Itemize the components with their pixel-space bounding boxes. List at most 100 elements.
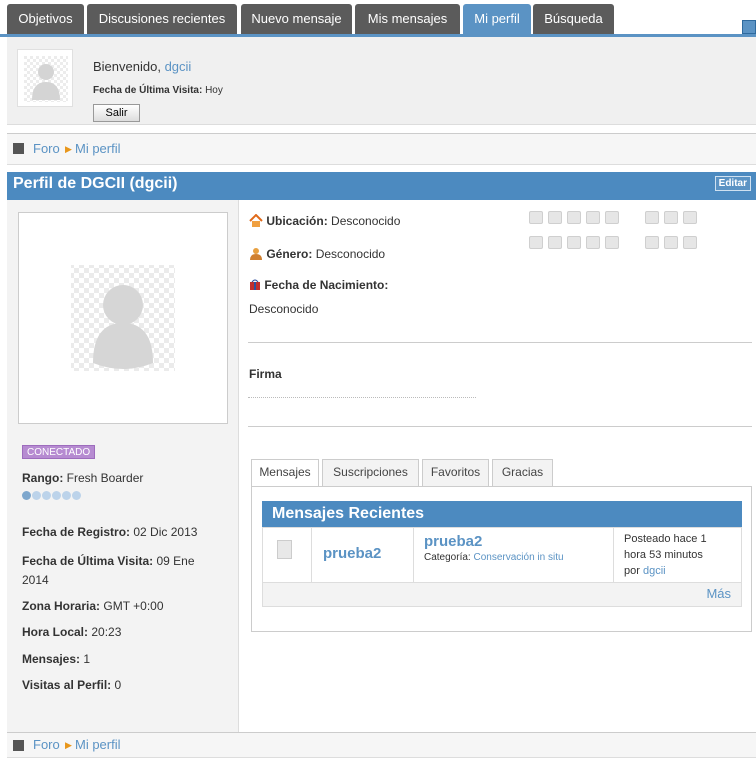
- profile-header: Perfil de DGCII (dgcii) Editar: [7, 172, 756, 200]
- collapse-icon[interactable]: [742, 20, 756, 34]
- facebook-icon[interactable]: [548, 211, 562, 224]
- aim-icon[interactable]: [548, 236, 562, 249]
- delicious-icon[interactable]: [645, 211, 659, 224]
- home-icon: [13, 143, 24, 154]
- breadcrumb-foro-link[interactable]: Foro: [33, 733, 60, 757]
- birthdate-row: Fecha de Nacimiento:: [249, 278, 388, 292]
- rank-value: Fresh Boarder: [66, 471, 144, 485]
- recent-messages-panel: Mensajes Recientes prueba2 prueba2 Categ…: [251, 486, 752, 632]
- username-link[interactable]: dgcii: [165, 59, 192, 74]
- tab-favoritos[interactable]: Favoritos: [422, 459, 489, 486]
- last-visit-value: 09 Ene: [156, 554, 195, 568]
- rank-label: Rango:: [22, 471, 64, 485]
- edit-button[interactable]: Editar: [714, 176, 751, 191]
- gift-icon: [250, 279, 260, 290]
- rank-dot: [62, 491, 71, 500]
- breadcrumb-mi-perfil-link[interactable]: Mi perfil: [75, 733, 121, 757]
- user-icon: [250, 248, 262, 260]
- breadcrumb: Foro ▶ Mi perfil: [7, 133, 756, 165]
- subject-link[interactable]: prueba2: [424, 533, 482, 550]
- rank-dot: [52, 491, 61, 500]
- tab-label: Objetivos: [18, 11, 73, 26]
- tab-discusiones-recientes[interactable]: Discusiones recientes: [87, 4, 237, 34]
- local-time-label: Hora Local:: [22, 625, 89, 639]
- signature-line: [248, 397, 476, 398]
- topic-link[interactable]: prueba2: [323, 545, 381, 562]
- timezone-label: Zona Horaria:: [22, 599, 101, 613]
- tab-gracias[interactable]: Gracias: [492, 459, 553, 486]
- rank-dot: [72, 491, 81, 500]
- registered-row: Fecha de Registro: 02 Dic 2013: [22, 525, 197, 539]
- tab-label: Suscripciones: [333, 465, 408, 479]
- rank-dot: [22, 491, 31, 500]
- blogger-icon[interactable]: [645, 236, 659, 249]
- last-visit-value: Hoy: [205, 85, 223, 96]
- gender-row: Género: Desconocido: [249, 246, 385, 261]
- timezone-row: Zona Horaria: GMT +0:00: [22, 599, 164, 613]
- breadcrumb-foro-link[interactable]: Foro: [33, 134, 60, 164]
- table-row: prueba2 prueba2 Categoría: Conservación …: [262, 527, 742, 583]
- gtalk-icon[interactable]: [586, 236, 600, 249]
- last-visit-label: Fecha de Última Visita:: [22, 554, 154, 568]
- tab-nuevo-mensaje[interactable]: Nuevo mensaje: [241, 4, 352, 34]
- rank-dot: [32, 491, 41, 500]
- arrow-right-icon: ▶: [65, 144, 72, 154]
- breadcrumb-mi-perfil-link[interactable]: Mi perfil: [75, 134, 121, 164]
- logout-button[interactable]: Salir: [93, 104, 140, 122]
- posts-label: Mensajes:: [22, 652, 81, 666]
- myspace-icon[interactable]: [567, 211, 581, 224]
- divider: [248, 342, 752, 343]
- posted-user-link[interactable]: dgcii: [643, 565, 666, 577]
- status-badge: CONECTADO: [22, 445, 96, 459]
- profile-avatar: [18, 212, 228, 424]
- timezone-value: GMT +0:00: [103, 599, 164, 613]
- posted-by-label: por: [624, 565, 643, 577]
- rank-row: Rango: Fresh Boarder: [22, 471, 143, 485]
- tab-label: Búsqueda: [544, 11, 603, 26]
- avatar: [17, 49, 73, 107]
- gender-value: Desconocido: [315, 247, 386, 261]
- posts-value: 1: [83, 652, 91, 666]
- user-silhouette-icon: [24, 56, 68, 102]
- arrow-right-icon: ▶: [65, 740, 72, 750]
- cell-divider: [413, 528, 414, 582]
- yahoo-icon[interactable]: [605, 236, 619, 249]
- skype-icon[interactable]: [605, 211, 619, 224]
- registered-label: Fecha de Registro:: [22, 525, 131, 539]
- digg-icon[interactable]: [683, 211, 697, 224]
- last-visit-info: Fecha de Última Visita: Hoy: [93, 85, 223, 96]
- linkedin-icon[interactable]: [586, 211, 600, 224]
- tab-label: Discusiones recientes: [98, 11, 226, 26]
- local-time-value: 20:23: [91, 625, 122, 639]
- tab-busqueda[interactable]: Búsqueda: [533, 4, 614, 34]
- location-value: Desconocido: [331, 214, 401, 228]
- icq-icon[interactable]: [567, 236, 581, 249]
- posts-row: Mensajes: 1: [22, 652, 90, 666]
- last-visit-row: Fecha de Última Visita: 09 Ene 2014: [22, 552, 232, 590]
- email-icon[interactable]: [529, 236, 543, 249]
- friendfeed-icon[interactable]: [664, 211, 678, 224]
- cell-divider: [311, 528, 312, 582]
- signature-label: Firma: [249, 367, 282, 381]
- rank-dot: [42, 491, 51, 500]
- category-label: Categoría:: [424, 552, 471, 563]
- tab-mi-perfil[interactable]: Mi perfil: [463, 4, 531, 34]
- tab-suscripciones[interactable]: Suscripciones: [322, 459, 419, 486]
- main-navigation: Objetivos Discusiones recientes Nuevo me…: [0, 0, 756, 34]
- tab-label: Nuevo mensaje: [251, 11, 342, 26]
- flickr-icon[interactable]: [664, 236, 678, 249]
- category-link[interactable]: Conservación in situ: [473, 552, 563, 563]
- more-link[interactable]: Más: [262, 583, 742, 607]
- tab-label: Mis mensajes: [367, 11, 448, 26]
- local-time-row: Hora Local: 20:23: [22, 625, 121, 639]
- bebo-icon[interactable]: [683, 236, 697, 249]
- tab-mensajes[interactable]: Mensajes: [251, 459, 319, 486]
- tab-objetivos[interactable]: Objetivos: [7, 4, 84, 34]
- home-icon: [13, 740, 24, 751]
- twitter-icon[interactable]: [529, 211, 543, 224]
- gender-label: Género:: [266, 247, 313, 261]
- tab-mis-mensajes[interactable]: Mis mensajes: [355, 4, 460, 34]
- welcome-panel: Bienvenido, dgcii Fecha de Última Visita…: [7, 37, 756, 125]
- user-silhouette-icon: [71, 265, 175, 371]
- breadcrumb-footer: Foro ▶ Mi perfil: [7, 732, 756, 758]
